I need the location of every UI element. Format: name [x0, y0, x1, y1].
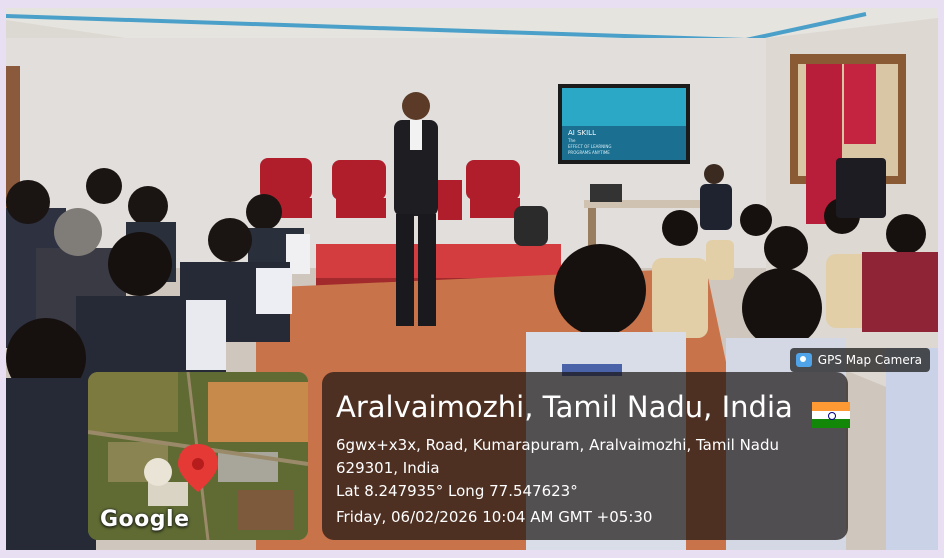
camera-icon [795, 353, 812, 367]
satellite-map-thumbnail: Google [88, 372, 308, 540]
slide-line: The [567, 138, 576, 143]
slide-heading: AI SKILL [568, 129, 596, 137]
datetime-text: Friday, 06/02/2026 10:04 AM GMT +05:30 [336, 508, 653, 526]
slide-line: PROGRAMS ANYTIME [568, 150, 610, 155]
google-logo: Google [100, 507, 190, 532]
gps-map-camera-tag: GPS Map Camera [789, 348, 930, 372]
slide-line: EFFECT OF LEARNING [568, 144, 611, 149]
location-info-card: Aralvaimozhi, Tamil Nadu, India 6gwx+x3x… [322, 372, 850, 540]
place-name: Aralvaimozhi, Tamil Nadu, India [336, 390, 793, 424]
gps-map-camera-label: GPS Map Camera [817, 353, 922, 367]
india-flag-icon [812, 402, 850, 428]
screenshot-frame: AI SKILL The EFFECT OF LEARNING PROGRAMS… [0, 0, 944, 558]
address-text: 6gwx+x3x, Road, Kumarapuram, Aralvaimozh… [336, 436, 780, 477]
coordinates-text: Lat 8.247935° Long 77.547623° [336, 482, 578, 500]
